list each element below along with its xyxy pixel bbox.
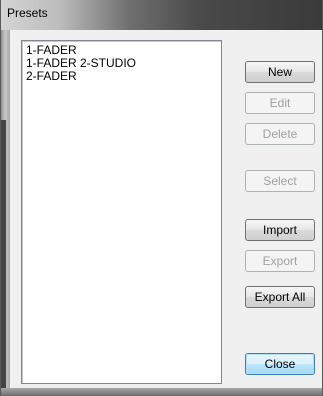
title-bar[interactable]: Presets [1, 0, 322, 30]
presets-listbox[interactable]: 1-FADER 1-FADER 2-STUDIO 2-FADER [21, 40, 222, 384]
delete-button[interactable]: Delete [245, 123, 315, 145]
window-title: Presets [7, 6, 48, 20]
import-button[interactable]: Import [245, 219, 315, 241]
presets-dialog: Presets 1-FADER 1-FADER 2-STUDIO 2-FADER… [0, 0, 323, 396]
edit-button[interactable]: Edit [245, 92, 315, 114]
select-button[interactable]: Select [245, 170, 315, 192]
preset-list-item[interactable]: 2-FADER [26, 70, 217, 83]
export-all-button[interactable]: Export All [245, 286, 315, 308]
new-button[interactable]: New [245, 61, 315, 83]
export-button[interactable]: Export [245, 250, 315, 272]
window-left-border-shadow [1, 120, 6, 388]
window-bottom-border [1, 388, 322, 396]
close-button[interactable]: Close [245, 353, 315, 375]
window-left-border [1, 30, 10, 388]
